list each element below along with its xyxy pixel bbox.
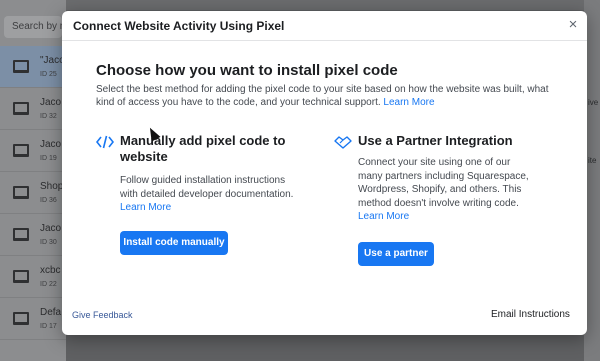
item-name: Shop [40, 181, 64, 192]
background-list-item: Defa ID 17 [0, 298, 66, 340]
dialog-title: Connect Website Activity Using Pixel [73, 19, 285, 33]
laptop-icon [13, 144, 29, 157]
item-id: ID 36 [40, 197, 57, 204]
code-icon [95, 135, 115, 151]
background-list-item: xcbc ID 22 [0, 256, 66, 298]
item-id: ID 22 [40, 281, 57, 288]
manual-option-title: Manually add pixel code to website [120, 133, 286, 164]
laptop-icon [13, 186, 29, 199]
intro-description: Select the best method for adding the pi… [96, 84, 549, 108]
item-name: Jaco [40, 139, 62, 150]
give-feedback-link[interactable]: Give Feedback [72, 310, 133, 320]
background-search-input: Search by n [4, 16, 65, 38]
background-list-item: Jaco ID 19 [0, 130, 66, 172]
background-fragment: ive [588, 98, 599, 107]
partner-option-title: Use a Partner Integration [358, 133, 513, 148]
partner-description-text: Connect your site using one of our many … [358, 157, 529, 209]
install-code-manually-button[interactable]: Install code manually [120, 231, 228, 255]
close-icon[interactable]: × [565, 17, 581, 33]
laptop-icon [13, 60, 29, 73]
pixel-setup-dialog: Connect Website Activity Using Pixel × C… [62, 11, 587, 335]
manual-description-text: Follow guided installation instructions … [120, 175, 294, 200]
page-heading: Choose how you want to install pixel cod… [96, 62, 398, 79]
item-name: xcbc [40, 265, 61, 276]
laptop-icon [13, 228, 29, 241]
background-list-item: "Jaco ID 25 [0, 46, 66, 88]
manual-option-description: Follow guided installation instructions … [120, 174, 295, 215]
manual-learn-more-link[interactable]: Learn More [120, 202, 171, 213]
item-name: Jaco [40, 223, 62, 234]
background-fragment: ite [588, 156, 597, 165]
dialog-header: Connect Website Activity Using Pixel × [62, 11, 587, 41]
laptop-icon [13, 102, 29, 115]
partner-learn-more-link[interactable]: Learn More [358, 211, 409, 222]
background-topbar [66, 0, 584, 10]
email-instructions-link[interactable]: Email Instructions [491, 309, 570, 320]
intro-learn-more-link[interactable]: Learn More [383, 97, 434, 108]
intro-text: Select the best method for adding the pi… [96, 83, 551, 109]
partner-option-description: Connect your site using one of our many … [358, 156, 533, 224]
item-id: ID 30 [40, 239, 57, 246]
background-sidebar: Search by n "Jaco ID 25 Jaco ID 32 Jaco … [0, 0, 66, 361]
background-list-item: Jaco ID 30 [0, 214, 66, 256]
item-id: ID 17 [40, 323, 57, 330]
item-id: ID 19 [40, 155, 57, 162]
background-list-item: Jaco ID 32 [0, 88, 66, 130]
item-name: Jaco [40, 97, 62, 108]
item-name: "Jaco [40, 55, 65, 66]
background-list-item: Shop ID 36 [0, 172, 66, 214]
item-id: ID 25 [40, 71, 57, 78]
item-id: ID 32 [40, 113, 57, 120]
store-icon [13, 312, 29, 325]
use-a-partner-button[interactable]: Use a partner [358, 242, 434, 266]
laptop-icon [13, 270, 29, 283]
handshake-icon [334, 135, 352, 151]
item-name: Defa [40, 307, 62, 318]
